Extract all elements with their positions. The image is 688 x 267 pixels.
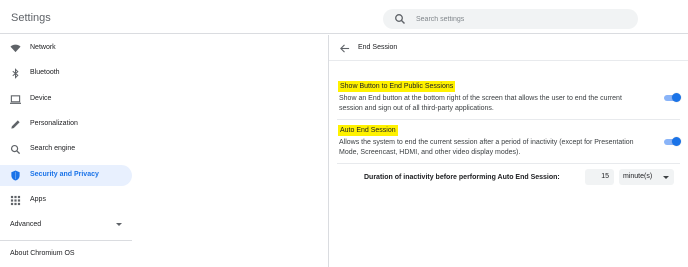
advanced-label: Advanced — [10, 221, 42, 228]
back-arrow-icon[interactable] — [339, 43, 350, 54]
duration-label: Duration of inactivity before performing… — [364, 174, 560, 181]
sidebar-item-search-engine[interactable]: Search engine — [0, 139, 132, 160]
search-box[interactable] — [383, 9, 638, 29]
sidebar-item-bluetooth[interactable]: Bluetooth — [0, 63, 132, 84]
sidebar-item-label: Network — [30, 44, 56, 51]
search-icon — [10, 144, 21, 155]
sidebar-item-label: Personalization — [30, 120, 78, 127]
section-title-end-button: Show Button to End Public Sessions — [338, 81, 456, 92]
sidebar-item-label: Device — [30, 95, 52, 102]
sidebar: Network Bluetooth Device Personalization… — [0, 35, 140, 267]
chevron-down-icon — [663, 176, 669, 179]
search-icon — [395, 14, 405, 24]
advanced-toggle[interactable]: Advanced — [0, 216, 132, 234]
description-line: session and sign out of all third-party … — [339, 105, 494, 112]
sidebar-item-network[interactable]: Network — [0, 38, 132, 59]
description-line: Mode, Screencast, HDMI, and other video … — [339, 149, 521, 156]
sidebar-item-security-privacy[interactable]: Security and Privacy — [0, 165, 132, 186]
sidebar-item-device[interactable]: Device — [0, 89, 132, 110]
search-input[interactable] — [416, 12, 626, 26]
grid-icon — [10, 195, 21, 206]
sidebar-divider — [0, 240, 132, 241]
row-separator — [337, 163, 680, 164]
section-title-auto-end: Auto End Session — [338, 125, 398, 136]
laptop-icon — [10, 95, 21, 104]
sidebar-item-label: Bluetooth — [30, 69, 60, 76]
shield-icon — [11, 170, 20, 181]
description-line: Allows the system to end the current ses… — [339, 139, 634, 146]
section-description: Allows the system to end the current ses… — [339, 138, 659, 158]
app-title: Settings — [11, 12, 51, 24]
sidebar-item-label: Apps — [30, 196, 46, 203]
pencil-icon — [11, 120, 20, 129]
duration-input[interactable]: 15 — [585, 169, 614, 185]
section-title-text: Auto End Session — [338, 125, 398, 136]
toggle-knob — [672, 137, 681, 146]
duration-value: 15 — [601, 173, 609, 180]
duration-unit-value: minute(s) — [623, 173, 653, 180]
duration-unit-select[interactable]: minute(s) — [619, 169, 674, 185]
about-link[interactable]: About Chromium OS — [10, 250, 75, 257]
content-divider — [328, 35, 329, 267]
auto-end-toggle[interactable] — [664, 137, 681, 146]
sidebar-item-apps[interactable]: Apps — [0, 190, 132, 211]
row-separator — [337, 119, 680, 120]
top-bar: Settings — [0, 0, 688, 34]
bluetooth-icon — [12, 68, 19, 79]
header-divider — [329, 60, 688, 61]
chevron-down-icon — [116, 223, 122, 226]
page-title: End Session — [358, 44, 398, 51]
section-description: Show an End button at the bottom right o… — [339, 94, 639, 114]
wifi-icon — [10, 44, 21, 53]
sidebar-item-label: Security and Privacy — [30, 171, 99, 178]
section-title-text: Show Button to End Public Sessions — [338, 81, 456, 92]
sidebar-item-label: Search engine — [30, 145, 76, 152]
toggle-knob — [672, 93, 681, 102]
subpage-header: End Session — [335, 40, 685, 56]
sidebar-item-personalization[interactable]: Personalization — [0, 114, 132, 135]
end-button-toggle[interactable] — [664, 93, 681, 102]
description-line: Show an End button at the bottom right o… — [339, 95, 622, 102]
